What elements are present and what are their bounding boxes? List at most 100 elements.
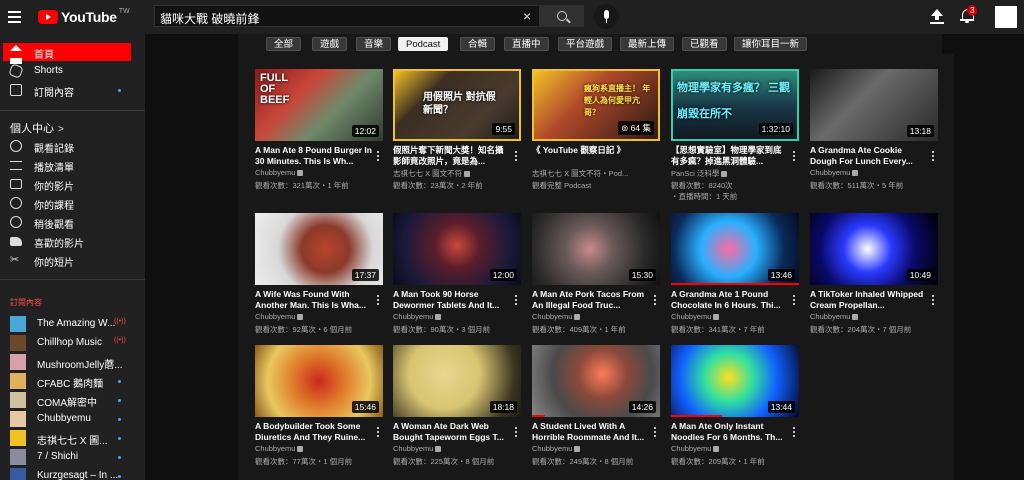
voice-search-button[interactable] (594, 4, 619, 29)
view-full-podcast-link[interactable]: 觀看完整 Podcast (532, 180, 657, 191)
chip-recently-uploaded[interactable]: 最新上傳 (620, 37, 675, 51)
subscription-item[interactable]: The Amazing W... ((•)) (0, 315, 145, 333)
video-thumbnail[interactable]: 17:37 (255, 213, 383, 285)
channel-name[interactable]: Chubbyemu (393, 444, 511, 453)
search-button[interactable] (540, 5, 584, 27)
video-thumbnail[interactable]: 15:46 (255, 345, 383, 417)
more-options-icon[interactable] (654, 427, 657, 439)
playlist-title[interactable]: 《 YouTube 觀察日記 》 (532, 145, 650, 167)
channel-name: 7 / Shichi (37, 451, 79, 462)
video-thumbnail[interactable]: 15:30 (532, 213, 660, 285)
more-options-icon[interactable] (515, 151, 518, 163)
more-options-icon[interactable] (793, 151, 796, 163)
sidebar-item-history[interactable]: 觀看記錄 (0, 137, 145, 155)
video-title[interactable]: A Grandma Ate 1 Pound Chocolate In 6 Hou… (671, 289, 789, 311)
video-thumbnail[interactable]: 13:44 (671, 345, 799, 417)
channel-name[interactable]: Chubbyemu (255, 444, 373, 453)
more-options-icon[interactable] (377, 151, 380, 163)
you-section-header[interactable]: 個人中心 > (10, 120, 64, 136)
playlist-thumbnail[interactable]: 瘋狗系直播主！ 年輕人為何愛甲亢哥？ ⊚ 64 集 (532, 69, 660, 141)
podcast-icon: ⊚ (621, 123, 631, 133)
subscription-item[interactable]: MushroomJelly蘑... (0, 353, 145, 371)
verified-icon (713, 446, 720, 453)
channel-name[interactable]: Chubbyemu (255, 312, 373, 321)
chip-all[interactable]: 全部 (266, 37, 302, 51)
channel-name[interactable]: 志祺七七 X 圖文不符 (393, 168, 511, 179)
sidebar-item-watch-later[interactable]: 稍後觀看 (0, 213, 145, 231)
channel-name[interactable]: Chubbyemu (255, 168, 373, 177)
sidebar-item-your-videos[interactable]: 你的影片 (0, 175, 145, 193)
channel-avatar (10, 430, 26, 446)
video-thumbnail[interactable]: 10:49 (810, 213, 938, 285)
subscription-item[interactable]: Chubbyemu (0, 410, 145, 428)
subscription-item[interactable]: COMA解密中 (0, 391, 145, 409)
video-thumbnail[interactable]: 用假照片 對抗假新聞？ 9:55 (393, 69, 521, 141)
subscription-item[interactable]: 7 / Shichi (0, 448, 145, 466)
channel-name[interactable]: Chubbyemu (810, 168, 928, 177)
menu-icon[interactable] (8, 11, 21, 26)
video-title[interactable]: A Woman Ate Dark Web Bought Tapeworm Egg… (393, 421, 511, 443)
channel-name[interactable]: Chubbyemu (810, 312, 928, 321)
video-title[interactable]: A Man Ate Only Instant Noodles For 6 Mon… (671, 421, 789, 443)
channel-name[interactable]: Chubbyemu (393, 312, 511, 321)
video-title[interactable]: A Man Took 90 Horse Dewormer Tablets And… (393, 289, 511, 311)
chip-platformers[interactable]: 平台遊戲 (558, 37, 613, 51)
video-thumbnail[interactable]: 物理學家有多瘋？ 三觀崩毀在所不 1:32:10 (671, 69, 799, 141)
sidebar-item-courses[interactable]: 你的課程 (0, 194, 145, 212)
video-title[interactable]: A Bodybuilder Took Some Diuretics And Th… (255, 421, 373, 443)
channel-name[interactable]: Chubbyemu (671, 444, 789, 453)
video-thumbnail[interactable]: FULL OF BEEF 12:02 (255, 69, 383, 141)
chip-music[interactable]: 音樂 (356, 37, 392, 51)
more-options-icon[interactable] (793, 427, 796, 439)
video-thumbnail[interactable]: 14:26 (532, 345, 660, 417)
sidebar-item-shorts[interactable]: Shorts (0, 62, 145, 80)
video-title[interactable]: 【思想實驗室】物理學家到底有多瘋？掉進黑洞體驗... (671, 145, 789, 167)
video-title[interactable]: A Student Lived With A Horrible Roommate… (532, 421, 650, 443)
chip-watched[interactable]: 已觀看 (682, 37, 727, 51)
chip-gaming[interactable]: 遊戲 (312, 37, 348, 51)
subscription-item[interactable]: CFABC 鵝肉麵 (0, 372, 145, 390)
more-options-icon[interactable] (654, 295, 657, 307)
chip-live[interactable]: 直播中 (504, 37, 549, 51)
sidebar-item-your-clips[interactable]: ✂ 你的短片 (0, 251, 145, 269)
chip-podcast[interactable]: Podcast (398, 37, 449, 51)
sidebar-item-liked-videos[interactable]: 喜歡的影片 (0, 232, 145, 250)
video-title[interactable]: A Man Ate Pork Tacos From An Illegal Foo… (532, 289, 650, 311)
channel-name[interactable]: Chubbyemu (671, 312, 789, 321)
video-title[interactable]: 假照片奪下新聞大獎！知名攝影師竟改照片，竟是為... (393, 145, 511, 167)
channel-name[interactable]: 志祺七七 X 圖文不符・Pod... (532, 168, 650, 179)
sidebar-item-subscriptions[interactable]: 訂閱內容 (0, 81, 145, 99)
sidebar-item-playlists[interactable]: 播放清單 (0, 156, 145, 174)
video-title[interactable]: A TikToker Inhaled Whipped Cream Propell… (810, 289, 928, 311)
subscription-item[interactable]: Kurzgesagt – In ... (0, 467, 145, 480)
video-title[interactable]: A Wife Was Found With Another Man. This … (255, 289, 373, 311)
search-query[interactable]: 貓咪大戰 破曉前鋒 (160, 10, 259, 27)
chip-new-to-you[interactable]: 讓你耳目一新 (734, 37, 808, 51)
video-thumbnail[interactable]: 18:18 (393, 345, 521, 417)
sidebar-item-home[interactable]: 首頁 (3, 43, 131, 64)
channel-name[interactable]: PanSci 泛科學 (671, 168, 789, 179)
search-input[interactable]: 貓咪大戰 破曉前鋒 × (154, 5, 540, 27)
more-options-icon[interactable] (793, 295, 796, 307)
subscription-item[interactable]: Chillhop Music ((•)) (0, 334, 145, 352)
clear-search-icon[interactable]: × (523, 8, 531, 24)
more-options-icon[interactable] (377, 427, 380, 439)
video-thumbnail[interactable]: 13:18 (810, 69, 938, 141)
channel-name[interactable]: Chubbyemu (532, 312, 650, 321)
more-options-icon[interactable] (932, 295, 935, 307)
youtube-logo[interactable]: YouTube TW (38, 8, 130, 25)
more-options-icon[interactable] (377, 295, 380, 307)
video-title[interactable]: A Man Ate 8 Pound Burger In 30 Minutes. … (255, 145, 373, 167)
chip-mixes[interactable]: 合輯 (460, 37, 496, 51)
more-options-icon[interactable] (515, 427, 518, 439)
subscription-item[interactable]: 志祺七七 X 圖... (0, 429, 145, 447)
verified-icon (297, 446, 304, 453)
video-thumbnail[interactable]: 13:46 (671, 213, 799, 285)
channel-name[interactable]: Chubbyemu (532, 444, 650, 453)
create-video-icon[interactable] (929, 9, 945, 25)
account-avatar[interactable] (995, 6, 1017, 28)
video-thumbnail[interactable]: 12:00 (393, 213, 521, 285)
more-options-icon[interactable] (515, 295, 518, 307)
more-options-icon[interactable] (932, 151, 935, 163)
video-title[interactable]: A Grandma Ate Cookie Dough For Lunch Eve… (810, 145, 928, 167)
